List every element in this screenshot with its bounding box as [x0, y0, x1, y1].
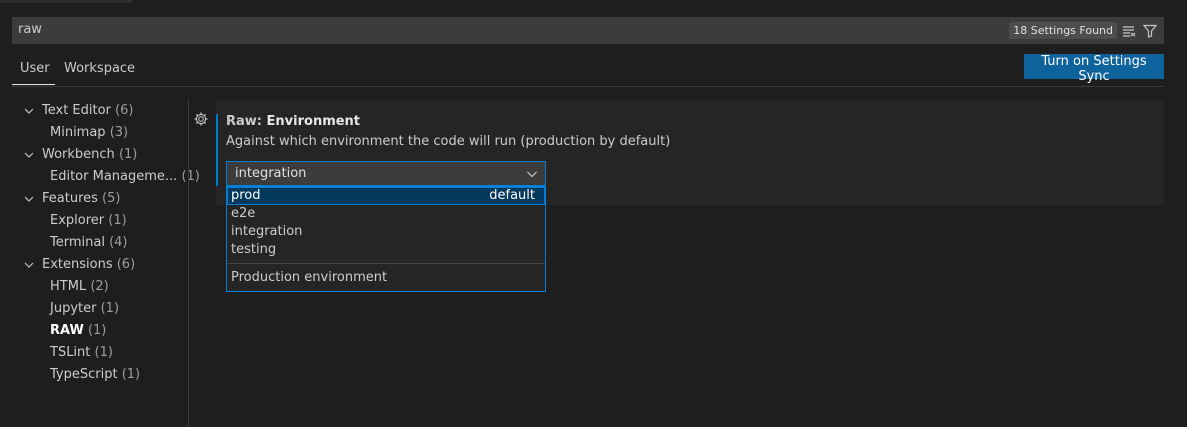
gear-icon[interactable] [193, 111, 209, 127]
toc-item-label: Jupyter [50, 301, 97, 316]
toc-item-features[interactable]: Features (5) [22, 188, 120, 210]
toc-item-count: (1) [181, 169, 200, 184]
dropdown-divider [227, 263, 545, 264]
toc-item-extensions[interactable]: Extensions (6) [22, 254, 135, 276]
toc-item-label: TSLint [50, 345, 91, 360]
toc-item-terminal[interactable]: Terminal (4) [50, 232, 128, 254]
toc-item-count: (1) [100, 301, 120, 316]
option-testing[interactable]: testing [227, 241, 545, 259]
toc-item-count: (1) [108, 213, 127, 228]
setting-description: Against which environment the code will … [226, 134, 671, 149]
option-label: testing [231, 242, 277, 257]
toc-divider [188, 100, 189, 427]
filter-icon[interactable] [1142, 23, 1158, 39]
clear-all-icon[interactable] [1121, 23, 1137, 39]
option-integration[interactable]: integration [227, 223, 545, 241]
settings-found-badge: 18 Settings Found [1009, 22, 1117, 39]
setting-focus-indicator [216, 114, 218, 186]
toc-item-tslint[interactable]: TSLint (1) [50, 342, 113, 364]
toc-item-workbench[interactable]: Workbench (1) [22, 144, 137, 166]
option-default-label: default [489, 188, 535, 203]
environment-dropdown-list: prod default e2e integration testing Pro… [226, 186, 546, 292]
toc-item-label: Explorer [50, 213, 105, 228]
chevron-down-icon [525, 167, 539, 181]
toc-item-label: Minimap [50, 125, 106, 140]
option-label: e2e [231, 206, 256, 221]
toc-item-count: (6) [116, 257, 136, 272]
toc-item-count: (6) [115, 103, 134, 118]
toc-item-label: Terminal [50, 235, 105, 250]
tab-user[interactable]: User [20, 61, 50, 76]
toc-item-explorer[interactable]: Explorer (1) [50, 210, 127, 232]
chevron-down-icon[interactable] [22, 144, 36, 166]
option-e2e[interactable]: e2e [227, 205, 545, 223]
toc-item-label: Text Editor [42, 103, 111, 118]
search-value: raw [18, 22, 42, 37]
toc-item-count: (2) [90, 279, 109, 294]
select-value: integration [235, 166, 307, 181]
editor-tab[interactable] [0, 0, 132, 3]
toc-item-count: (1) [118, 147, 138, 162]
setting-name: Environment [266, 114, 361, 129]
option-label: prod [231, 188, 261, 203]
toc-item-html[interactable]: HTML (2) [50, 276, 109, 298]
chevron-down-icon[interactable] [22, 100, 36, 122]
option-description: Production environment [231, 270, 388, 285]
setting-category: Raw: [226, 114, 267, 129]
settings-search-input[interactable]: raw 18 Settings Found [12, 17, 1164, 44]
toc-item-typescript[interactable]: TypeScript (1) [50, 364, 140, 386]
option-prod[interactable]: prod default [227, 187, 545, 205]
toc-item-raw[interactable]: RAW (1) [50, 320, 106, 342]
toc-item-count: (1) [121, 367, 141, 382]
toc-item-count: (3) [109, 125, 129, 140]
toc-item-count: (1) [94, 345, 113, 360]
toc-item-label: Extensions [42, 257, 113, 272]
toc-item-editor-manageme[interactable]: Editor Manageme... (1) [50, 166, 200, 188]
toc-item-label: HTML [50, 279, 87, 294]
toc-item-label: TypeScript [50, 367, 118, 382]
chevron-down-icon[interactable] [22, 188, 36, 210]
toc-item-text-editor[interactable]: Text Editor (6) [22, 100, 133, 122]
setting-title: Raw: Environment [226, 114, 360, 129]
header-divider [12, 86, 1164, 87]
turn-on-settings-sync-button[interactable]: Turn on Settings Sync [1024, 54, 1164, 84]
toc-item-jupyter[interactable]: Jupyter (1) [50, 298, 119, 320]
toc-item-minimap[interactable]: Minimap (3) [50, 122, 128, 144]
toc-item-count: (4) [109, 235, 128, 250]
option-label: integration [231, 224, 303, 239]
chevron-down-icon[interactable] [22, 254, 36, 276]
editor-tab-strip [0, 0, 1187, 6]
toc-item-count: (1) [87, 323, 107, 338]
toc-item-count: (5) [102, 191, 121, 206]
toc-item-label: Editor Manageme... [50, 169, 178, 184]
environment-select[interactable]: integration [226, 161, 546, 186]
toc-item-label: Workbench [42, 147, 115, 162]
active-tab-indicator [12, 84, 55, 85]
toc-item-label: RAW [50, 323, 84, 338]
toc-item-label: Features [42, 191, 98, 206]
tab-workspace[interactable]: Workspace [64, 61, 135, 76]
